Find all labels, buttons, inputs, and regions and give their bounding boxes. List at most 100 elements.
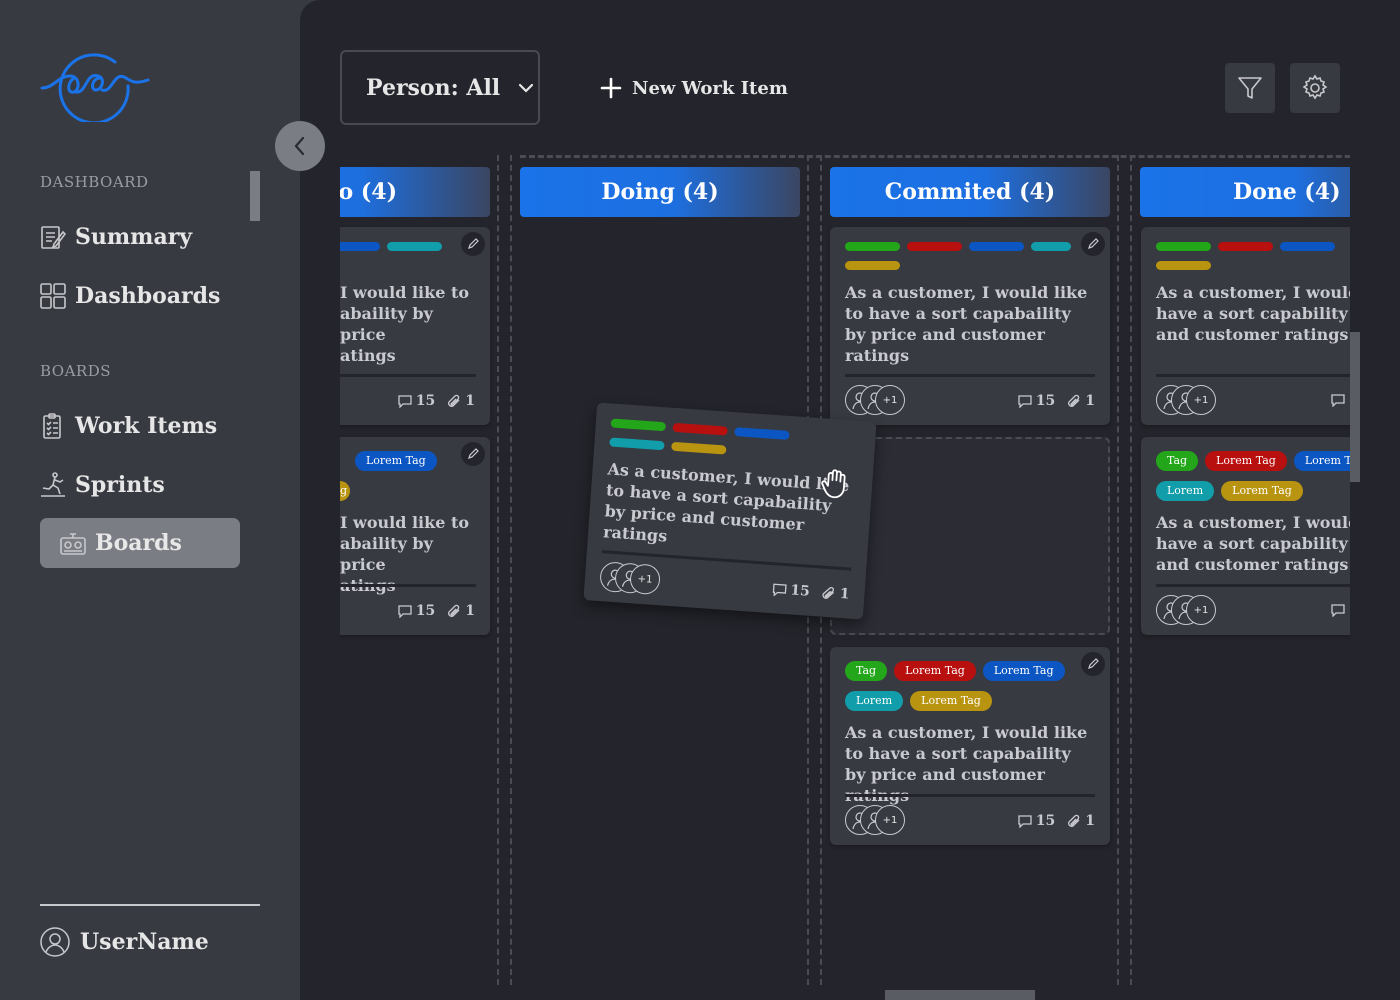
comment-icon: [1331, 604, 1345, 617]
card-commited-2[interactable]: Tag Lorem Tag Lorem TagLorem Lorem Tag As a…: [830, 647, 1110, 845]
comment-icon: [772, 583, 787, 597]
card-meta: 15 1: [772, 581, 850, 603]
sidebar: DASHBOARD Summary Dashboards BOARDS Work…: [0, 0, 300, 1000]
summary-icon: [41, 226, 66, 249]
logo-icon: [40, 53, 150, 122]
filter-button[interactable]: [1225, 63, 1275, 113]
comment-count: 15: [415, 393, 436, 409]
lane-divider: [497, 155, 499, 985]
column-header-todo[interactable]: Do (4): [340, 167, 490, 217]
sprints-icon: [41, 472, 65, 497]
assignee-more: +1: [875, 805, 905, 835]
dashboards-icon: [40, 283, 66, 309]
tag-bar-gold: [1156, 261, 1211, 270]
tag-bar-teal: [387, 242, 442, 251]
tag-bar-teal: [609, 437, 665, 451]
tag-bar-red: [672, 422, 728, 436]
card-tags: Tag Lorem Tag Lorem Tag Lorem Lorem Tag: [845, 661, 1095, 721]
pencil-icon: [1088, 658, 1099, 669]
comment-icon: [1018, 814, 1032, 828]
lane-divider: [510, 155, 512, 985]
comment-icon: [1331, 394, 1345, 407]
tag: Lorem: [1156, 481, 1215, 501]
lane-divider: [1117, 155, 1119, 985]
tag-bar-blue: [1280, 242, 1335, 251]
card-todo-1[interactable]: I would like to abaility by price atings 1…: [340, 227, 490, 425]
card-commited-1[interactable]: As a customer, I would like to have a so…: [830, 227, 1110, 425]
chevron-down-icon: [519, 83, 534, 93]
dragged-card[interactable]: As a customer, I would like to have a so…: [583, 402, 877, 620]
column-header-done[interactable]: Done (4): [1140, 167, 1350, 217]
card-done-1[interactable]: As a customer, I would likhave a sort ca…: [1141, 227, 1350, 425]
pencil-icon: [1088, 238, 1099, 249]
user-profile[interactable]: UserName: [40, 926, 209, 958]
tag: Tag: [845, 661, 888, 681]
gear-icon: [1302, 74, 1328, 100]
lane-divider: [1130, 155, 1132, 985]
assignee-more: +1: [875, 385, 905, 415]
card-divider: [1156, 374, 1350, 377]
attachment-count: 1: [1085, 813, 1095, 829]
filter-icon: [1238, 77, 1262, 99]
attachment-icon: [1068, 814, 1080, 827]
column-title-commited: Commited (4): [884, 179, 1056, 205]
section-dashboard: DASHBOARD: [40, 173, 149, 191]
grab-hand-icon: [821, 469, 846, 499]
tag-bar-red: [907, 242, 962, 251]
tag: Lorem Tag: [1205, 451, 1287, 471]
tag-bar-green: [610, 418, 667, 432]
nav-dashboards-label: Dashboards: [75, 283, 221, 309]
tag: Lorem Tag: [910, 691, 992, 711]
nav-dashboards[interactable]: Dashboards: [40, 271, 240, 321]
vertical-scrollbar[interactable]: [1350, 332, 1360, 482]
settings-button[interactable]: [1290, 63, 1340, 113]
tag: g: [340, 481, 350, 501]
collapse-sidebar-button[interactable]: [275, 121, 325, 171]
nav-sprints[interactable]: Sprints: [40, 460, 240, 510]
plus-icon: [600, 77, 622, 99]
tag: Lorem Tag: [355, 451, 437, 471]
horizontal-scrollbar[interactable]: [885, 990, 1035, 1000]
card-story-text: As a customer, I would like to have a so…: [602, 459, 850, 546]
sidebar-divider: [40, 904, 260, 906]
nav-summary[interactable]: Summary: [40, 212, 240, 262]
card-done-2[interactable]: Tag Lorem Tag Lorem Tag Lorem Lorem Tag As a…: [1141, 437, 1350, 635]
nav-sprints-label: Sprints: [75, 472, 165, 498]
card-story-text: I would like toabaility by priceatings: [340, 283, 470, 365]
nav-summary-label: Summary: [75, 224, 193, 250]
edit-card-button[interactable]: [1081, 232, 1105, 256]
comment-count: 15: [1035, 813, 1056, 829]
pencil-icon: [468, 238, 479, 249]
column-header-commited[interactable]: Commited (4): [830, 167, 1110, 217]
card-todo-2[interactable]: Lorem Tag g I would like to abaility by p…: [340, 437, 490, 635]
comment-count: 15: [1035, 393, 1056, 409]
sidebar-scrollbar[interactable]: [250, 171, 260, 221]
nav-work-items[interactable]: Work Items: [40, 401, 240, 451]
main-area: Person: All New Work Item Do (4) I would…: [300, 0, 1400, 1000]
edit-card-button[interactable]: [461, 442, 485, 466]
comment-icon: [398, 604, 412, 618]
card-divider: [340, 374, 476, 377]
tag: Lorem Tag: [982, 661, 1065, 681]
person-filter-select[interactable]: Person: All: [340, 50, 540, 125]
card-meta: 15 1: [1018, 813, 1095, 829]
section-boards: BOARDS: [40, 362, 112, 380]
card-assignees: +1: [1156, 595, 1226, 625]
tag-bar-blue: [340, 242, 380, 251]
card-story-text: As a customer, I would likhave a sort ca…: [1156, 513, 1350, 574]
card-story-text: As a customer, I would like to have a so…: [845, 283, 1088, 365]
card-tags: Tag Lorem Tag Lorem Tag Lorem Lorem Tag: [1156, 451, 1350, 511]
tag-bar-red: [1218, 242, 1273, 251]
nav-boards[interactable]: Boards: [40, 518, 240, 568]
attachment-count: 1: [465, 603, 475, 619]
column-title-todo: Do (4): [340, 179, 397, 205]
edit-card-button[interactable]: [461, 232, 485, 256]
card-divider: [845, 794, 1095, 797]
nav-boards-label: Boards: [95, 530, 182, 556]
edit-card-button[interactable]: [1081, 652, 1105, 676]
card-color-bars: [1156, 242, 1350, 280]
column-header-doing[interactable]: Doing (4): [520, 167, 800, 217]
attachment-icon: [822, 586, 835, 599]
attachment-icon: [448, 604, 460, 617]
new-work-item-button[interactable]: New Work Item: [600, 74, 788, 102]
